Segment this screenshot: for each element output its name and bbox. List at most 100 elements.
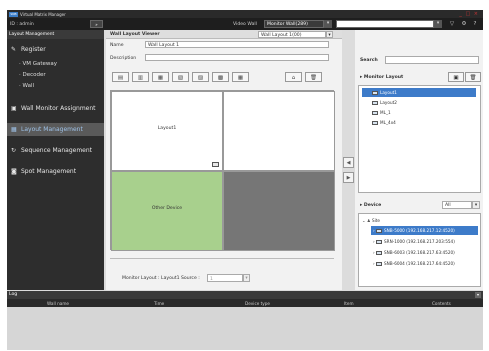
video-wall-label: Video Wall bbox=[233, 21, 257, 27]
user-menu-button[interactable]: » bbox=[90, 20, 103, 28]
log-panel: Log ▾ Wall name Time Device type Item Co… bbox=[7, 291, 483, 350]
chevron-down-icon[interactable]: ▾ bbox=[434, 20, 442, 28]
arrow-right-icon[interactable]: ▶ bbox=[343, 172, 354, 183]
grid-7-icon[interactable]: ▦ bbox=[232, 72, 249, 82]
video-wall-select[interactable]: Monitor Wall(289) bbox=[264, 20, 324, 28]
grid-1-icon[interactable]: ▤ bbox=[112, 72, 129, 82]
layout-canvas: Layout1 Other Device bbox=[110, 90, 335, 251]
add-layout-icon[interactable]: ▣ bbox=[448, 72, 464, 82]
grid-3-icon[interactable]: ▦ bbox=[152, 72, 169, 82]
device-icon bbox=[376, 228, 383, 233]
layout-cell-label: Layout1 bbox=[157, 126, 177, 131]
device-item[interactable]: › SRN-1000 (192.168.217.203:554) bbox=[371, 237, 455, 246]
log-column-header[interactable]: Time bbox=[154, 301, 164, 306]
window-controls[interactable]: _ □ × bbox=[459, 11, 479, 17]
sidebar-subitem-decoder[interactable]: · Decoder bbox=[7, 71, 104, 80]
grid-6-icon[interactable]: ▩ bbox=[212, 72, 229, 82]
source-select[interactable]: 1 bbox=[207, 274, 243, 282]
chevron-down-icon[interactable]: ▾ bbox=[472, 201, 480, 209]
log-column-header[interactable]: Device type bbox=[245, 301, 270, 306]
arrow-left-icon[interactable]: ◀ bbox=[343, 157, 354, 168]
sidebar-item-layout-management[interactable]: ▦ Layout Management bbox=[7, 123, 104, 136]
layout-cell[interactable] bbox=[223, 91, 335, 171]
log-column-header[interactable]: Contents bbox=[432, 301, 451, 306]
item-label: ML_4x4 bbox=[380, 120, 396, 125]
chevron-down-icon[interactable]: ▾ bbox=[326, 31, 333, 38]
monitor-layout-item[interactable]: Layout1 bbox=[362, 88, 476, 97]
description-field[interactable] bbox=[145, 54, 329, 61]
monitor-layout-label: ▸ Monitor Layout bbox=[360, 75, 404, 80]
layout-cell[interactable] bbox=[223, 171, 335, 251]
sidebar-item-label: Spot Management bbox=[21, 168, 77, 175]
sidebar: Layout Management ✎ Register · VM Gatewa… bbox=[7, 30, 104, 290]
monitor-icon: ▣ bbox=[11, 105, 17, 112]
device-item[interactable]: › SNB-6004 (192.168.217.64:4520) bbox=[371, 259, 455, 268]
right-panel: Search ▸ Monitor Layout ▣ 🗑 Layout1 Layo… bbox=[355, 30, 483, 290]
site-icon: ♟ bbox=[366, 218, 371, 223]
monitor-layout-list: Layout1 Layout2 ML_1 ML_4x4 bbox=[358, 85, 481, 193]
gear-icon[interactable]: ⚙ bbox=[460, 21, 468, 28]
log-column-header[interactable]: Wall name bbox=[47, 301, 69, 306]
spot-icon: ◙ bbox=[11, 168, 17, 175]
viewer-header: Wall Layout Viewer Wall Layout 1(00) ▾ bbox=[106, 30, 342, 39]
layout-cell[interactable]: Layout1 bbox=[111, 91, 223, 171]
topbar-input[interactable] bbox=[336, 20, 434, 28]
sidebar-item-spot-management[interactable]: ◙ Spot Management bbox=[7, 165, 104, 178]
trash-icon[interactable]: 🗑 bbox=[465, 72, 481, 82]
grid-4-icon[interactable]: ▧ bbox=[172, 72, 189, 82]
grid-5-icon[interactable]: ▨ bbox=[192, 72, 209, 82]
log-header: Log ▾ bbox=[7, 291, 483, 299]
sidebar-item-wall-monitor-assignment[interactable]: ▣ Wall Monitor Assignment bbox=[7, 102, 104, 115]
description-label: Description bbox=[110, 56, 137, 61]
sidebar-subitem-vm-gateway[interactable]: · VM Gateway bbox=[7, 60, 104, 69]
monitor-layout-item[interactable]: ML_1 bbox=[362, 108, 391, 117]
sidebar-subitem-label: Wall bbox=[22, 83, 35, 89]
filter-icon[interactable]: ▽ bbox=[448, 21, 456, 28]
item-label: SNB-5000 (192.168.217.12:4520) bbox=[384, 228, 455, 233]
monitor-icon bbox=[212, 162, 219, 167]
title-bar: SNB Virtual Matrix Manager _ □ × bbox=[7, 10, 483, 18]
layout-icon bbox=[372, 110, 378, 115]
sidebar-subitem-wall[interactable]: · Wall bbox=[7, 82, 104, 91]
sidebar-item-label: Layout Management bbox=[21, 126, 83, 133]
device-item[interactable]: › SNB-6003 (192.168.217.63:4520) bbox=[371, 248, 455, 257]
device-icon bbox=[376, 250, 383, 255]
lock-icon[interactable]: ⌂ bbox=[285, 72, 302, 82]
site-label: Site bbox=[371, 218, 380, 223]
section-label: Device bbox=[363, 203, 382, 208]
layout-select[interactable]: Wall Layout 1(00) bbox=[258, 31, 326, 38]
item-label: SNB-6004 (192.168.217.64:4520) bbox=[384, 261, 455, 266]
monitor-layout-item[interactable]: Layout2 bbox=[362, 98, 397, 107]
monitor-layout-item[interactable]: ML_4x4 bbox=[362, 118, 396, 127]
device-item[interactable]: › SNB-5000 (192.168.217.12:4520) bbox=[371, 226, 478, 235]
viewer-title: Wall Layout Viewer bbox=[110, 32, 160, 38]
grid-2-icon[interactable]: ▥ bbox=[132, 72, 149, 82]
help-icon[interactable]: ? bbox=[471, 21, 479, 28]
layout-cell-label: Other Device bbox=[151, 206, 183, 211]
collapse-icon[interactable]: ▾ bbox=[475, 292, 481, 298]
sidebar-item-register[interactable]: ✎ Register bbox=[7, 43, 104, 56]
wall-layout-viewer: Wall Layout Viewer Wall Layout 1(00) ▾ N… bbox=[106, 30, 342, 304]
layout-icon bbox=[372, 100, 378, 105]
chevron-down-icon[interactable]: ▾ bbox=[324, 20, 332, 28]
sidebar-item-label: Register bbox=[21, 46, 46, 53]
device-filter-select[interactable]: All bbox=[442, 201, 472, 209]
sidebar-item-label: Sequence Management bbox=[21, 147, 93, 154]
sidebar-subitem-label: VM Gateway bbox=[22, 61, 58, 67]
sidebar-item-sequence-management[interactable]: ↻ Sequence Management bbox=[7, 144, 104, 157]
trash-icon[interactable]: 🗑 bbox=[305, 72, 322, 82]
item-label: SRN-1000 (192.168.217.203:554) bbox=[384, 239, 455, 244]
site-node[interactable]: ⌄ ♟ Site bbox=[362, 216, 380, 225]
app-title: Virtual Matrix Manager bbox=[20, 11, 66, 17]
sidebar-subitem-label: Decoder bbox=[22, 72, 46, 78]
register-icon: ✎ bbox=[11, 46, 17, 53]
log-column-header[interactable]: Item bbox=[344, 301, 354, 306]
name-field[interactable]: Wall Layout 1 bbox=[145, 41, 329, 48]
chevron-down-icon[interactable]: ▾ bbox=[243, 274, 250, 282]
app-window: SNB Virtual Matrix Manager _ □ × ID : ad… bbox=[7, 10, 483, 350]
layout-icon bbox=[372, 120, 378, 125]
sidebar-header: Layout Management bbox=[7, 30, 104, 39]
layout-cell[interactable]: Other Device bbox=[111, 171, 223, 251]
search-label: Search bbox=[360, 58, 378, 63]
search-input[interactable] bbox=[385, 56, 479, 64]
